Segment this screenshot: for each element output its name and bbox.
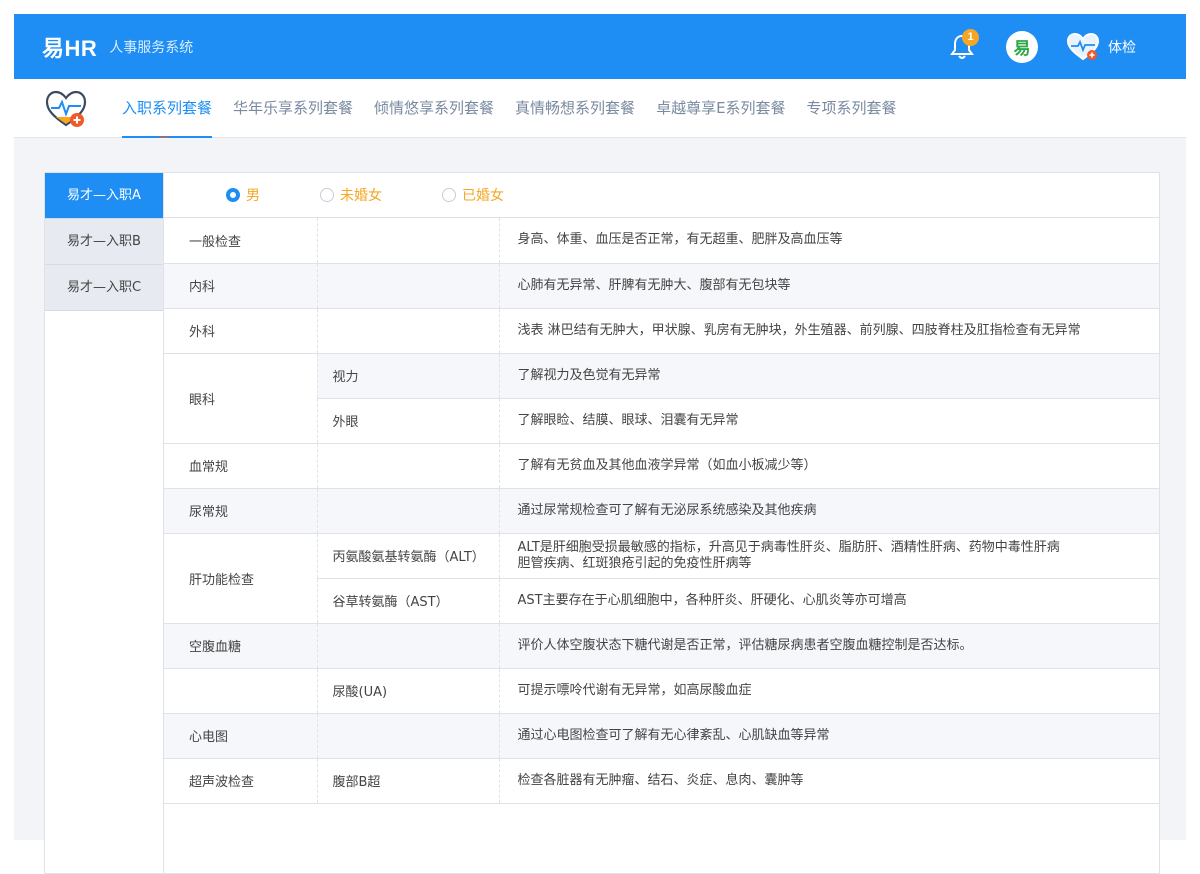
exam-description: 了解眼睑、结膜、眼球、泪囊有无异常 xyxy=(499,398,1159,444)
table-row: 血常规 了解有无贫血及其他血液学异常（如血小板减少等） xyxy=(164,443,1159,489)
table-row: 超声波检查 腹部B超 检查各脏器有无肿瘤、结石、炎症、息肉、囊肿等 xyxy=(164,758,1159,804)
exam-item xyxy=(317,263,500,309)
package-detail: 男 未婚女 已婚女 一般检查 身高、体重、血压是否正常，有无超重、肥胖及高血压等 xyxy=(164,173,1159,804)
tab-qingqing-series[interactable]: 倾情悠享系列套餐 xyxy=(374,79,494,137)
notification-bell-icon[interactable]: 1 xyxy=(948,28,979,61)
sidebar-item-onboarding-b[interactable]: 易才—入职B xyxy=(45,219,163,265)
exam-item: 谷草转氨酶（AST） xyxy=(317,578,500,624)
app-logo-glyph: 易 xyxy=(1013,39,1031,59)
exam-category: 超声波检查 xyxy=(164,758,318,804)
user-label[interactable]: 体检 xyxy=(1108,37,1136,57)
radio-unchecked-icon xyxy=(320,188,334,202)
exam-category xyxy=(164,668,318,714)
table-row: 尿酸(UA) 可提示嘌呤代谢有无异常，如高尿酸血症 xyxy=(164,668,1159,714)
sidebar-item-onboarding-c[interactable]: 易才—入职C xyxy=(45,265,163,311)
exam-category: 心电图 xyxy=(164,713,318,759)
tab-zhenqing-series[interactable]: 真情畅想系列套餐 xyxy=(515,79,635,137)
top-right-actions: 1 易 体检 xyxy=(948,14,1186,79)
heart-health-logo-icon xyxy=(45,90,87,127)
radio-male[interactable]: 男 xyxy=(226,185,260,205)
exam-description: 身高、体重、血压是否正常，有无超重、肥胖及高血压等 xyxy=(499,218,1159,264)
heart-health-icon[interactable] xyxy=(1066,32,1100,62)
table-row: 肝功能检查 丙氨酸氨基转氨酶（ALT） ALT是肝细胞受损最敏感的指标，升高见于… xyxy=(164,533,1159,624)
exam-description: 评价人体空腹状态下糖代谢是否正常，评估糖尿病患者空腹血糖控制是否达标。 xyxy=(499,623,1159,669)
exam-item: 尿酸(UA) xyxy=(317,668,500,714)
exam-category: 尿常规 xyxy=(164,488,318,534)
table-row: 尿常规 通过尿常规检查可了解有无泌尿系统感染及其他疾病 xyxy=(164,488,1159,534)
radio-married-female[interactable]: 已婚女 xyxy=(442,185,504,205)
exam-category: 肝功能检查 xyxy=(164,533,318,624)
table-row: 一般检查 身高、体重、血压是否正常，有无超重、肥胖及高血压等 xyxy=(164,218,1159,264)
package-nav: 入职系列套餐 华年乐享系列套餐 倾情悠享系列套餐 真情畅想系列套餐 卓越尊享E系… xyxy=(14,79,1186,138)
tab-onboarding-series[interactable]: 入职系列套餐 xyxy=(122,79,213,138)
radio-checked-icon xyxy=(226,188,240,202)
radio-label-unmarried-female: 未婚女 xyxy=(340,188,382,204)
table-row: 眼科 视力 了解视力及色觉有无异常 xyxy=(164,353,1159,444)
exam-category: 眼科 xyxy=(164,353,318,444)
radio-unmarried-female[interactable]: 未婚女 xyxy=(320,185,382,205)
exam-item xyxy=(317,623,500,669)
exam-category: 空腹血糖 xyxy=(164,623,318,669)
brand-subtitle: 人事服务系统 xyxy=(109,39,194,56)
exam-item xyxy=(317,308,500,354)
exam-description: 可提示嘌呤代谢有无异常，如高尿酸血症 xyxy=(499,668,1159,714)
brand-logo[interactable]: 易HR xyxy=(42,31,97,63)
package-tabs: 入职系列套餐 华年乐享系列套餐 倾情悠享系列套餐 真情畅想系列套餐 卓越尊享E系… xyxy=(122,79,918,138)
exam-item xyxy=(317,218,500,264)
exam-description: 检查各脏器有无肿瘤、结石、炎症、息肉、囊肿等 xyxy=(499,758,1159,804)
tab-huanian-series[interactable]: 华年乐享系列套餐 xyxy=(233,79,353,137)
tab-special-series[interactable]: 专项系列套餐 xyxy=(807,79,897,137)
exam-item xyxy=(317,443,500,489)
exam-description-line: 胆管疾病、红斑狼疮引起的免疫性肝病等 xyxy=(517,555,752,571)
exam-description: 了解视力及色觉有无异常 xyxy=(499,353,1159,399)
tab-zhuoyue-series[interactable]: 卓越尊享E系列套餐 xyxy=(656,79,785,137)
radio-label-married-female: 已婚女 xyxy=(462,188,504,204)
table-row: 空腹血糖 评价人体空腹状态下糖代谢是否正常，评估糖尿病患者空腹血糖控制是否达标。 xyxy=(164,623,1159,669)
exam-item: 视力 xyxy=(317,353,500,399)
exam-description-line: ALT是肝细胞受损最敏感的指标，升高见于病毒性肝炎、脂肪肝、酒精性肝病、药物中毒… xyxy=(517,539,1060,555)
table-row: 外科 浅表 淋巴结有无肿大，甲状腺、乳房有无肿块，外生殖器、前列腺、四肢脊柱及肛… xyxy=(164,308,1159,354)
exam-item: 丙氨酸氨基转氨酶（ALT） xyxy=(317,533,500,579)
sidebar-item-onboarding-a[interactable]: 易才—入职A xyxy=(45,173,163,219)
exam-description: 通过心电图检查可了解有无心律紊乱、心肌缺血等异常 xyxy=(499,713,1159,759)
content-area: 易才—入职A 易才—入职B 易才—入职C 男 未婚女 已婚女 一般检查 身高、体… xyxy=(14,138,1186,874)
radio-unchecked-icon xyxy=(442,188,456,202)
exam-category: 血常规 xyxy=(164,443,318,489)
exam-category: 内科 xyxy=(164,263,318,309)
exam-description: 了解有无贫血及其他血液学异常（如血小板减少等） xyxy=(499,443,1159,489)
table-row: 内科 心肺有无异常、肝脾有无肿大、腹部有无包块等 xyxy=(164,263,1159,309)
exam-item: 腹部B超 xyxy=(317,758,500,804)
exam-description: 浅表 淋巴结有无肿大，甲状腺、乳房有无肿块，外生殖器、前列腺、四肢脊柱及肛指检查… xyxy=(499,308,1159,354)
exam-items-table: 一般检查 身高、体重、血压是否正常，有无超重、肥胖及高血压等 内科 心肺有无异常… xyxy=(164,218,1159,804)
exam-item: 外眼 xyxy=(317,398,500,444)
exam-item xyxy=(317,713,500,759)
exam-description: ALT是肝细胞受损最敏感的指标，升高见于病毒性肝炎、脂肪肝、酒精性肝病、药物中毒… xyxy=(499,533,1159,579)
package-sidebar: 易才—入职A 易才—入职B 易才—入职C xyxy=(45,173,164,873)
exam-item xyxy=(317,488,500,534)
notification-badge: 1 xyxy=(962,28,979,46)
exam-description: 通过尿常规检查可了解有无泌尿系统感染及其他疾病 xyxy=(499,488,1159,534)
gender-selector: 男 未婚女 已婚女 xyxy=(164,173,1159,218)
top-bar: 易HR 人事服务系统 1 易 体检 xyxy=(14,14,1186,79)
radio-label-male: 男 xyxy=(246,188,260,204)
app-logo-icon[interactable]: 易 xyxy=(1006,30,1038,63)
exam-category: 外科 xyxy=(164,308,318,354)
table-row: 心电图 通过心电图检查可了解有无心律紊乱、心肌缺血等异常 xyxy=(164,713,1159,759)
exam-description: 心肺有无异常、肝脾有无肿大、腹部有无包块等 xyxy=(499,263,1159,309)
exam-category: 一般检查 xyxy=(164,218,318,264)
exam-description: AST主要存在于心肌细胞中，各种肝炎、肝硬化、心肌炎等亦可增高 xyxy=(499,578,1159,624)
package-panel: 易才—入职A 易才—入职B 易才—入职C 男 未婚女 已婚女 一般检查 身高、体… xyxy=(44,172,1160,874)
